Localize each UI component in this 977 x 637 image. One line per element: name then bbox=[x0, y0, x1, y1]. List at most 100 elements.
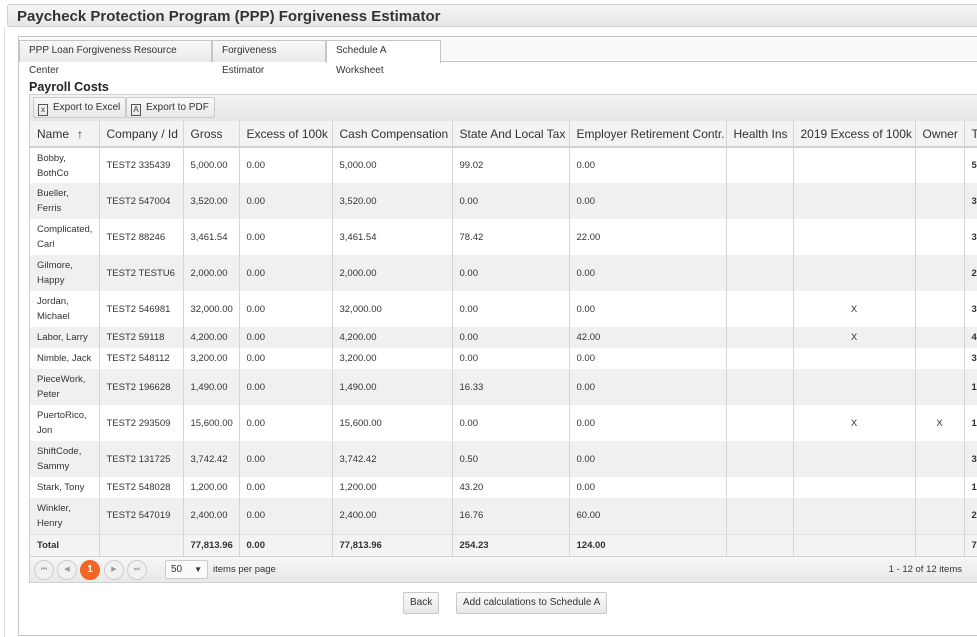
column-header[interactable]: Owner bbox=[915, 121, 964, 147]
table-row[interactable]: Bueller, FerrisTEST2 5470043,520.000.003… bbox=[30, 183, 977, 219]
table-row[interactable]: PuertoRico, JonTEST2 29350915,600.000.00… bbox=[30, 405, 977, 441]
table-cell: Total bbox=[30, 534, 99, 556]
table-row[interactable]: Jordan, MichaelTEST2 54698132,000.000.00… bbox=[30, 291, 977, 327]
table-cell: 0.00 bbox=[239, 327, 332, 348]
table-cell: 0.00 bbox=[239, 534, 332, 556]
next-page-button[interactable]: ▶ bbox=[104, 560, 124, 580]
column-header[interactable]: Company / Id bbox=[99, 121, 183, 147]
table-cell: 0.00 bbox=[569, 348, 726, 369]
export-pdf-label: Export to PDF bbox=[146, 102, 209, 113]
sort-ascending-icon[interactable]: ↑ bbox=[77, 127, 83, 141]
last-page-button[interactable]: ⏭ bbox=[127, 560, 147, 580]
table-cell: TEST2 547019 bbox=[99, 498, 183, 534]
column-header-label: Employer Retirement Contr. bbox=[577, 127, 725, 141]
column-header[interactable]: State And Local Tax bbox=[452, 121, 569, 147]
table-cell: 2,400.00 bbox=[183, 498, 239, 534]
table-cell: 0.00 bbox=[569, 183, 726, 219]
table-cell: TEST2 88246 bbox=[99, 219, 183, 255]
table-cell: 3,461.54 bbox=[332, 219, 452, 255]
tab-schedule-a-worksheet[interactable]: Schedule A Worksheet bbox=[326, 40, 441, 63]
table-cell: ShiftCode, Sammy bbox=[30, 441, 99, 477]
table-cell: 0.00 bbox=[239, 255, 332, 291]
column-header[interactable]: Excess of 100k bbox=[239, 121, 332, 147]
table-cell: 3,200.00 bbox=[332, 348, 452, 369]
table-cell: 4,200.00 bbox=[183, 327, 239, 348]
column-header-label: State And Local Tax bbox=[460, 127, 566, 141]
column-header-label: Company / Id bbox=[107, 127, 178, 141]
table-cell: 0.00 bbox=[569, 477, 726, 498]
table-cell: 3,520.00 bbox=[332, 183, 452, 219]
table-row[interactable]: Labor, LarryTEST2 591184,200.000.004,200… bbox=[30, 327, 977, 348]
table-cell: Gilmore, Happy bbox=[30, 255, 99, 291]
table-cell: 0.00 bbox=[452, 183, 569, 219]
table-cell: 43.20 bbox=[452, 477, 569, 498]
table-cell: 0.00 bbox=[239, 369, 332, 405]
table-cell: 3,520.00 bbox=[183, 183, 239, 219]
column-header-label: Health Ins bbox=[734, 127, 788, 141]
table-row[interactable]: Winkler, HenryTEST2 5470192,400.000.002,… bbox=[30, 498, 977, 534]
table-cell: TEST2 335439 bbox=[99, 147, 183, 183]
column-header[interactable]: 2019 Excess of 100k bbox=[793, 121, 915, 147]
table-cell bbox=[793, 348, 915, 369]
add-to-schedule-a-button[interactable]: Add calculations to Schedule A bbox=[456, 592, 607, 614]
table-cell: 42.00 bbox=[569, 327, 726, 348]
table-cell: Stark, Tony bbox=[30, 477, 99, 498]
table-cell bbox=[726, 183, 793, 219]
first-page-button[interactable]: ⏮ bbox=[34, 560, 54, 580]
page-size-value: 50 bbox=[171, 564, 182, 575]
table-cell: 2, bbox=[964, 498, 977, 534]
table-cell: TEST2 131725 bbox=[99, 441, 183, 477]
table-cell: TEST2 TESTU6 bbox=[99, 255, 183, 291]
table-cell bbox=[726, 477, 793, 498]
table-cell bbox=[915, 327, 964, 348]
table-row[interactable]: Stark, TonyTEST2 5480281,200.000.001,200… bbox=[30, 477, 977, 498]
table-cell: X bbox=[793, 405, 915, 441]
column-header[interactable]: T bbox=[964, 121, 977, 147]
table-row[interactable]: Nimble, JackTEST2 5481123,200.000.003,20… bbox=[30, 348, 977, 369]
column-header[interactable]: Gross bbox=[183, 121, 239, 147]
table-cell: X bbox=[793, 291, 915, 327]
table-cell: 0.00 bbox=[452, 255, 569, 291]
back-button[interactable]: Back bbox=[403, 592, 439, 614]
table-cell bbox=[726, 534, 793, 556]
export-excel-button[interactable]: xExport to Excel bbox=[33, 97, 126, 118]
tab-forgiveness-estimator[interactable]: Forgiveness Estimator bbox=[212, 40, 326, 62]
table-cell bbox=[915, 441, 964, 477]
table-cell bbox=[726, 369, 793, 405]
table-cell: Labor, Larry bbox=[30, 327, 99, 348]
section-title: Payroll Costs bbox=[29, 80, 109, 94]
table-row[interactable]: PieceWork, PeterTEST2 1966281,490.000.00… bbox=[30, 369, 977, 405]
table-cell: 32 bbox=[964, 291, 977, 327]
table-cell: 3,461.54 bbox=[183, 219, 239, 255]
total-row[interactable]: Total77,813.960.0077,813.96254.23124.007… bbox=[30, 534, 977, 556]
export-pdf-button[interactable]: AExport to PDF bbox=[126, 97, 215, 118]
table-cell: 3, bbox=[964, 219, 977, 255]
table-cell: 0.00 bbox=[239, 477, 332, 498]
table-cell: 1,490.00 bbox=[332, 369, 452, 405]
table-cell: 60.00 bbox=[569, 498, 726, 534]
table-cell: 32,000.00 bbox=[332, 291, 452, 327]
table-cell: 15,600.00 bbox=[332, 405, 452, 441]
table-row[interactable]: Gilmore, HappyTEST2 TESTU62,000.000.002,… bbox=[30, 255, 977, 291]
column-header[interactable]: Name↑ bbox=[30, 121, 99, 147]
tab-strip: PPP Loan Forgiveness Resource Center For… bbox=[19, 37, 977, 62]
table-cell bbox=[793, 147, 915, 183]
table-cell: Complicated, Carl bbox=[30, 219, 99, 255]
table-cell bbox=[726, 291, 793, 327]
column-header[interactable]: Health Ins bbox=[726, 121, 793, 147]
page-1-button[interactable]: 1 bbox=[80, 560, 100, 580]
page-size-select[interactable]: 50▼ bbox=[165, 560, 208, 579]
table-cell: 16.76 bbox=[452, 498, 569, 534]
prev-page-button[interactable]: ◀ bbox=[57, 560, 77, 580]
table-cell bbox=[793, 255, 915, 291]
table-cell: Bobby, BothCo bbox=[30, 147, 99, 183]
column-header[interactable]: Cash Compensation bbox=[332, 121, 452, 147]
table-cell: 3,742.42 bbox=[183, 441, 239, 477]
app-title: Paycheck Protection Program (PPP) Forgiv… bbox=[17, 8, 440, 25]
table-row[interactable]: Bobby, BothCoTEST2 3354395,000.000.005,0… bbox=[30, 147, 977, 183]
table-row[interactable]: Complicated, CarlTEST2 882463,461.540.00… bbox=[30, 219, 977, 255]
table-row[interactable]: ShiftCode, SammyTEST2 1317253,742.420.00… bbox=[30, 441, 977, 477]
tab-resource-center[interactable]: PPP Loan Forgiveness Resource Center bbox=[19, 40, 212, 62]
table-cell: 0.00 bbox=[239, 498, 332, 534]
column-header[interactable]: Employer Retirement Contr. bbox=[569, 121, 726, 147]
